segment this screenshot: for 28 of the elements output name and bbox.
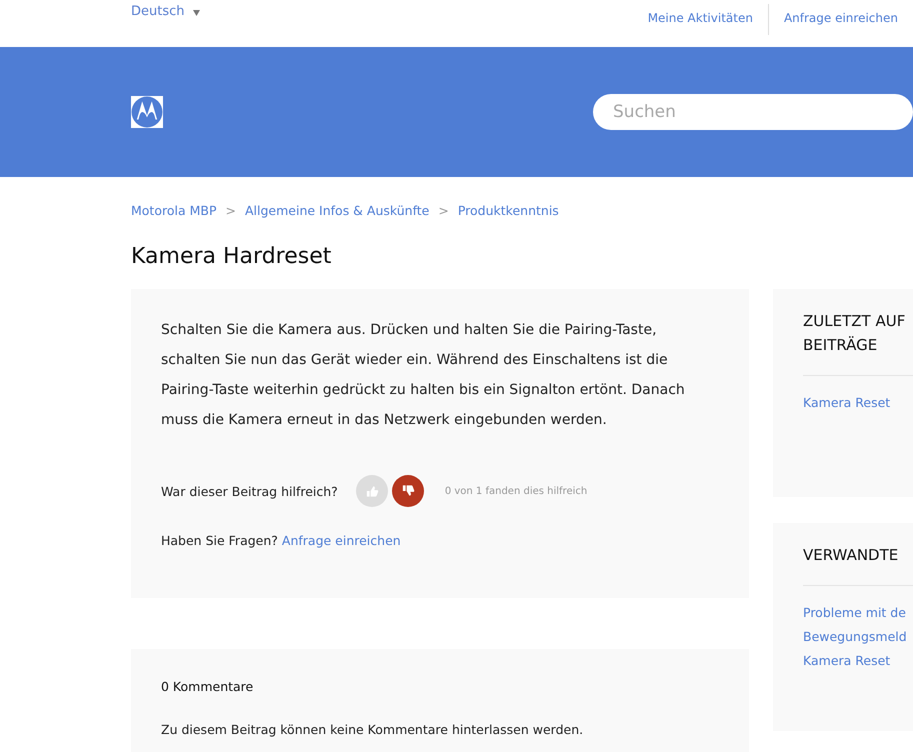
article-link[interactable]: Kamera Reset (803, 394, 913, 412)
thumbs-up-icon (364, 484, 379, 498)
vote-count: 0 von 1 fanden dies hilfreich (444, 486, 588, 496)
breadcrumb-separator: > (438, 203, 449, 218)
article-link[interactable]: Bewegungsmeld (803, 628, 913, 646)
questions-label: Haben Sie Fragen? (161, 533, 279, 548)
article-title: Kamera Hardreset (131, 244, 332, 269)
sidebar-heading: VERWANDTE (803, 545, 900, 566)
article-link[interactable]: Probleme mit de (803, 604, 913, 622)
comment-count: 0 Kommentare (161, 679, 254, 694)
language-selector[interactable]: Deutsch (131, 4, 200, 22)
thumbs-down-button[interactable] (392, 475, 424, 507)
article-body: Schalten Sie die Kamera aus. Drücken und halten Sie die Pairing-Taste, schalten Sie nun das Gerät wieder ein. Während des Einschaltens ist die Pairing-Taste weiterhin gedrückt zu halten bis ein Signalton ertönt. Danach muss die Kamera erneut in das Netzwerk eingebunden werden. (161, 321, 686, 430)
article-link[interactable]: Kamera Reset (803, 652, 913, 670)
breadcrumb-separator: > (226, 203, 236, 218)
caret-icon (192, 10, 200, 16)
thumbs-up-button[interactable] (356, 475, 388, 507)
submit-request-link[interactable]: Anfrage einreichen (282, 533, 401, 548)
breadcrumb-link[interactable]: Allgemeine Infos & Auskünfte (244, 203, 430, 218)
thumbs-down-icon (400, 484, 415, 498)
comments-notice: Zu diesem Beitrag können keine Kommentare hinterlassen werden. (161, 722, 584, 737)
nav-link[interactable]: Anfrage einreichen (768, 4, 913, 35)
vote-question: War dieser Beitrag hilfreich? (161, 484, 338, 498)
breadcrumb-link[interactable]: Produktkenntnis (458, 203, 559, 218)
breadcrumb-link[interactable]: Motorola MBP (131, 203, 216, 218)
sidebar-heading: ZULETZT AUF BEITRÄGE (803, 311, 906, 356)
search-field[interactable]: Suchen (593, 94, 913, 130)
nav-link[interactable]: Meine Aktivitäten (632, 4, 768, 35)
